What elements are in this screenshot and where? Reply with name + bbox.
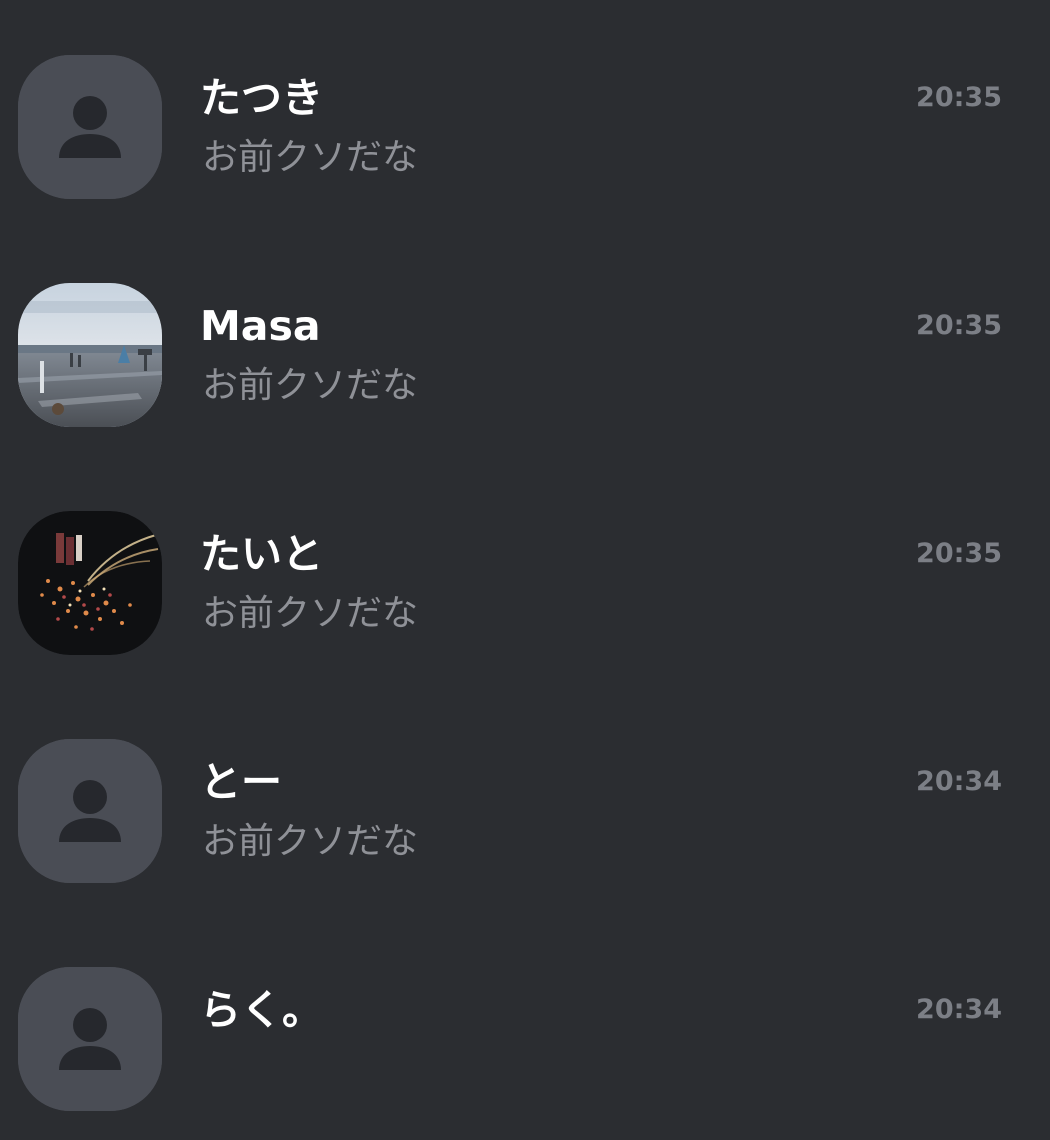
avatar-default-person-icon[interactable] [18, 739, 162, 883]
contact-name: たつき [200, 74, 323, 122]
last-message-preview: お前クソだな [202, 821, 419, 862]
message-timestamp: 20:35 [916, 82, 1002, 113]
avatar-fireworks-photo[interactable] [18, 511, 162, 655]
person-icon [18, 55, 162, 199]
contact-name: たいと [200, 530, 323, 578]
avatar-seaside-photo[interactable] [18, 283, 162, 427]
chat-list: たつき お前クソだな 20:35 Masa お前クソだな 20:35 たいと お… [0, 0, 1050, 1111]
contact-name: らく。 [200, 986, 323, 1034]
chat-row-too[interactable]: とー お前クソだな 20:34 [0, 684, 1050, 912]
last-message-preview: お前クソだな [202, 137, 419, 178]
last-message-preview: お前クソだな [202, 593, 419, 634]
contact-name: Masa [200, 302, 321, 350]
person-icon [18, 967, 162, 1111]
last-message-preview: お前クソだな [202, 365, 419, 406]
avatar-default-person-icon[interactable] [18, 967, 162, 1111]
chat-row-tatsuki[interactable]: たつき お前クソだな 20:35 [0, 0, 1050, 228]
message-timestamp: 20:34 [916, 766, 1002, 797]
chat-row-taito[interactable]: たいと お前クソだな 20:35 [0, 456, 1050, 684]
avatar-default-person-icon[interactable] [18, 55, 162, 199]
seaside-photo-image [18, 283, 162, 427]
contact-name: とー [200, 758, 282, 806]
chat-row-raku[interactable]: らく。 20:34 [0, 912, 1050, 1140]
message-timestamp: 20:35 [916, 538, 1002, 569]
message-timestamp: 20:34 [916, 994, 1002, 1025]
chat-row-masa[interactable]: Masa お前クソだな 20:35 [0, 228, 1050, 456]
fireworks-photo-image [18, 511, 162, 655]
person-icon [18, 739, 162, 883]
message-timestamp: 20:35 [916, 310, 1002, 341]
